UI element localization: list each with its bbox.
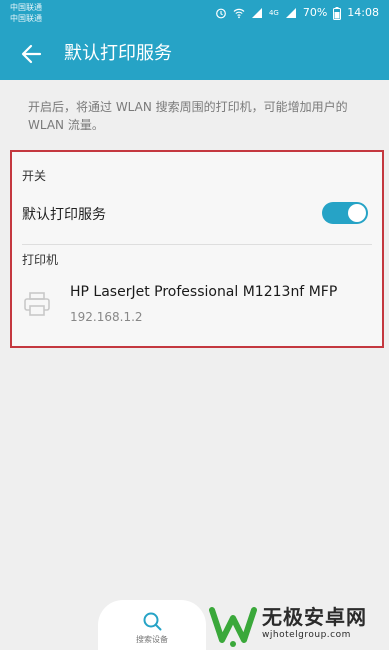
printer-list-item[interactable]: HP LaserJet Professional M1213nf MFP 192… xyxy=(12,272,382,338)
printer-ip: 192.168.1.2 xyxy=(70,310,143,324)
settings-card: 开关 默认打印服务 打印机 HP LaserJet Professional M… xyxy=(10,150,384,348)
print-service-toggle[interactable] xyxy=(322,202,368,224)
printer-section-header: 打印机 xyxy=(22,253,59,267)
arrow-left-icon xyxy=(21,44,42,64)
app-bar: 默认打印服务 xyxy=(0,28,389,80)
carrier-info: 中国联通 中国联通 xyxy=(10,2,42,24)
carrier-1-label: 中国联通 xyxy=(10,3,42,12)
alarm-icon xyxy=(216,8,226,19)
switch-section-header: 开关 xyxy=(22,169,47,183)
description-text: 开启后，将通过 WLAN 搜索周围的打印机，可能增加用户的 WLAN 流量。 xyxy=(28,100,348,132)
page-title: 默认打印服务 xyxy=(64,43,172,64)
status-bar: 中国联通 中国联通 4G 70% 14:08 xyxy=(0,0,389,28)
wifi-icon xyxy=(233,8,245,19)
toggle-knob xyxy=(348,204,366,222)
clock: 14:08 xyxy=(347,6,379,19)
back-button[interactable] xyxy=(18,40,46,68)
signal-2-icon xyxy=(285,8,296,18)
signal-1-icon xyxy=(251,8,262,18)
divider xyxy=(22,244,372,245)
search-devices-label: 搜索设备 xyxy=(136,635,168,644)
carrier-2-label: 中国联通 xyxy=(10,14,42,23)
printer-name: HP LaserJet Professional M1213nf MFP xyxy=(70,284,338,300)
battery-icon xyxy=(333,6,342,20)
default-print-service-label: 默认打印服务 xyxy=(22,207,106,223)
network-type-label: 4G xyxy=(268,9,279,17)
status-icons: 4G 70% 14:08 xyxy=(215,6,379,20)
watermark-brand: 无极安卓网 xyxy=(262,605,367,629)
watermark: 无极安卓网 wjhotelgroup.com xyxy=(208,604,386,648)
search-devices-button[interactable]: 搜索设备 xyxy=(98,600,206,650)
battery-percent: 70% xyxy=(302,6,328,19)
search-icon xyxy=(143,612,162,631)
watermark-logo-icon xyxy=(209,607,257,647)
watermark-url: wjhotelgroup.com xyxy=(262,630,351,640)
printer-icon xyxy=(24,292,50,316)
